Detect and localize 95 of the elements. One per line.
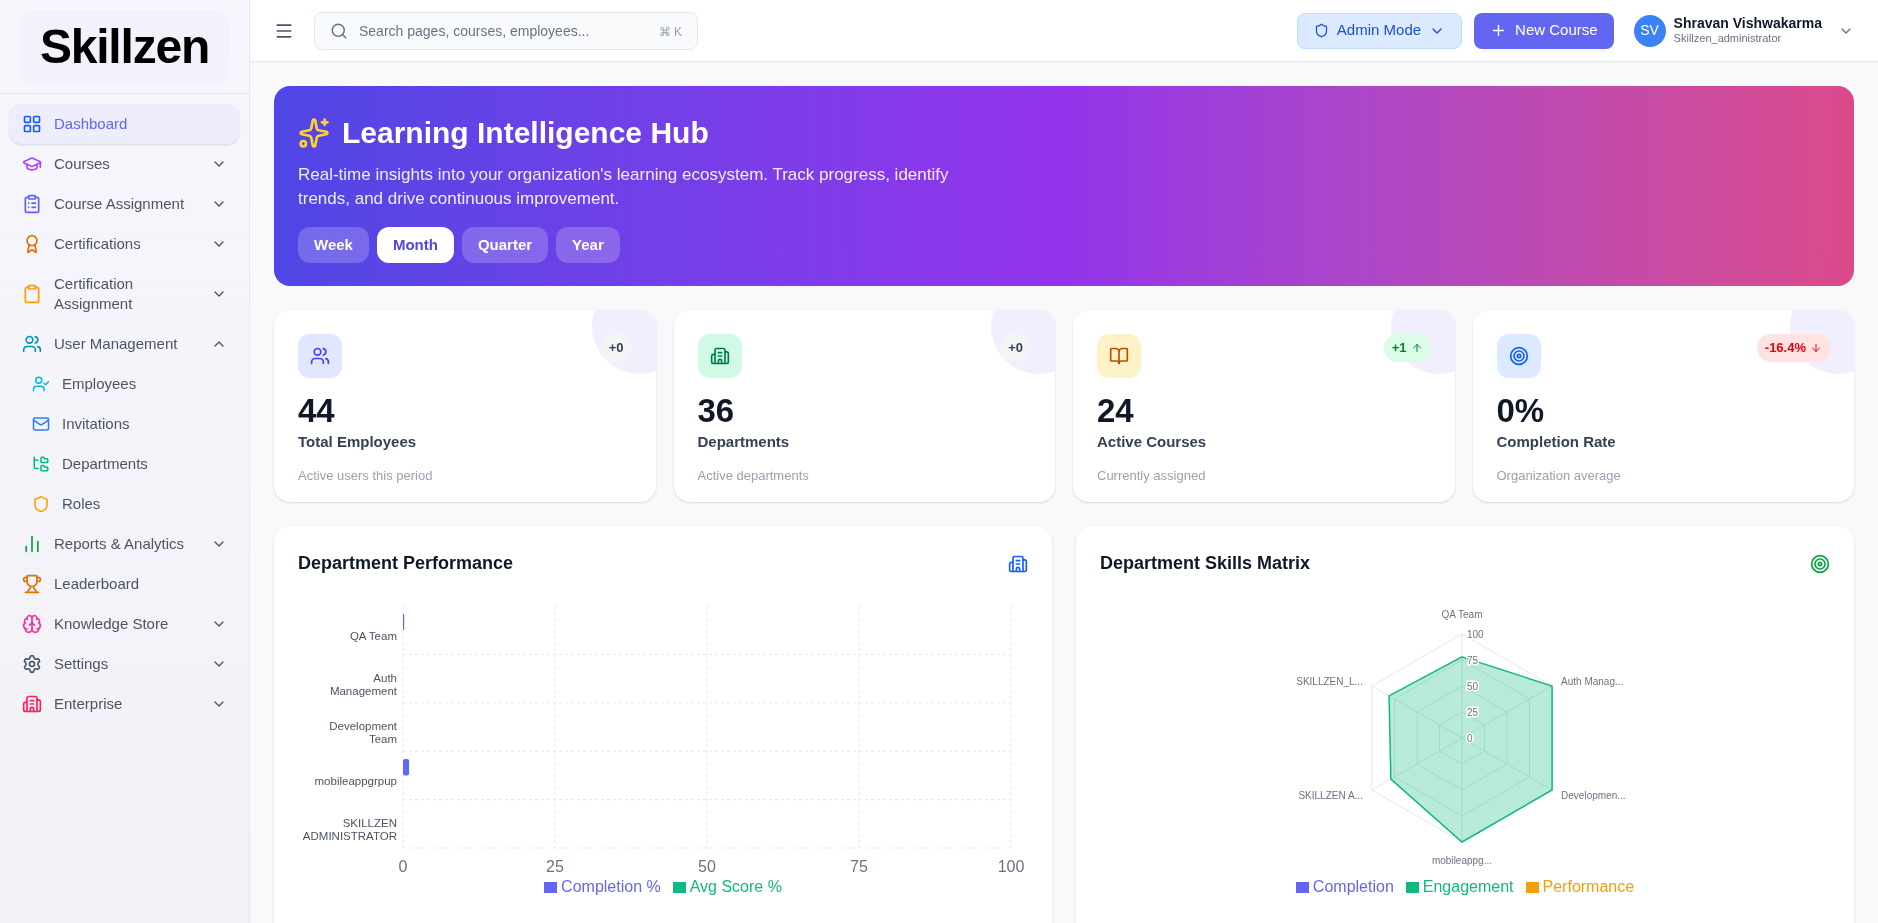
target-icon (1810, 553, 1830, 574)
tick-label: 75 (850, 858, 868, 875)
axis-label: Developmen... (1561, 790, 1626, 802)
axis-label: Auth Management (329, 671, 397, 697)
clipboard-list-icon (22, 194, 42, 214)
stat-label: Departments (697, 432, 791, 453)
sidebar-item[interactable]: Knowledge Store (10, 604, 239, 644)
axis-label: SKILLZEN ADMINISTRATOR (302, 816, 397, 842)
arrow-down-icon (1810, 341, 1822, 354)
hero-subtitle: Real-time insights into your organization's learning ecosystem. Track progress, identify trends, and drive continuous improvement. (298, 164, 950, 210)
stat-label: Active Courses (1097, 432, 1208, 453)
trophy-icon (22, 574, 42, 594)
axis-label: QA Team (1441, 608, 1483, 620)
hero-title: Learning Intelligence Hub (342, 115, 709, 151)
logo: Skillzen (20, 9, 229, 84)
settings-icon (22, 654, 42, 674)
axis-label: QA Team (349, 630, 397, 643)
building-icon (1008, 553, 1028, 574)
tick-label: 100 (997, 858, 1025, 875)
stat-note: Active departments (697, 466, 810, 485)
stat-note: Organization average (1496, 466, 1622, 485)
stat-value: 0% (1496, 391, 1546, 431)
stat-value: 36 (697, 391, 736, 431)
legend-label: Performance (1542, 877, 1635, 897)
axis-label: SKILLZEN A... (1298, 790, 1363, 802)
sidebar-item[interactable]: Reports & Analytics (10, 524, 239, 564)
tick-label: 50 (698, 858, 716, 875)
users-icon (310, 346, 330, 366)
legend-label: Engagement (1422, 877, 1514, 897)
user-name: Shravan Vishwakarma (1673, 14, 1822, 33)
card-title: Department Performance (298, 552, 514, 575)
trend-badge: +1 (1383, 334, 1431, 362)
axis-label: Development Team (329, 720, 397, 745)
card-title: Department Skills Matrix (1100, 552, 1311, 575)
book-icon (1109, 346, 1129, 366)
sidebar-item[interactable]: Certification Assignment (10, 264, 239, 324)
stat-value: 24 (1097, 391, 1135, 431)
stat-note: Active users this period (298, 466, 434, 485)
trend-badge: -16.4% (1756, 334, 1830, 362)
tick-label: 25 (546, 858, 564, 875)
shortcut-hint: ⌘ K (658, 23, 682, 41)
shield-icon (1313, 23, 1329, 38)
axis-label: mobileappgrpup (314, 775, 397, 788)
sidebar-item[interactable]: Dashboard (10, 104, 239, 144)
admin-mode-button[interactable]: Admin Mode (1296, 12, 1463, 49)
arrow-up-icon (1410, 341, 1423, 354)
sidebar-subitem[interactable]: Departments (10, 444, 239, 484)
stat-value: 44 (298, 391, 336, 431)
sidebar-subitem[interactable]: Invitations (10, 404, 239, 444)
axis-label: Auth Manag... (1561, 675, 1624, 687)
sidebar-item[interactable]: Leaderboard (10, 564, 239, 604)
target-icon (1508, 346, 1529, 366)
sidebar-item[interactable]: Courses (10, 144, 239, 184)
tick-label: 0 (398, 858, 408, 875)
sparkles-icon (298, 116, 330, 149)
legend-label: Completion % (561, 877, 661, 897)
shield-icon (32, 495, 50, 513)
bar (403, 758, 410, 776)
users-icon (22, 334, 42, 354)
user-role: Skillzen_administrator (1673, 32, 1783, 47)
search-icon (330, 21, 348, 40)
building-icon (22, 694, 42, 714)
tick-label: 50 (1467, 681, 1479, 692)
period-tab[interactable]: Week (298, 227, 369, 263)
building-icon (709, 346, 730, 366)
clipboard-icon (22, 284, 42, 304)
graduation-cap-icon (22, 154, 42, 174)
bar-chart-icon (22, 534, 42, 554)
sidebar-subitem[interactable]: Roles (10, 484, 239, 524)
sidebar-item[interactable]: Certifications (10, 224, 239, 264)
tick-label: 0 (1467, 733, 1473, 744)
period-tab[interactable]: Year (556, 227, 620, 263)
avatar[interactable]: SV (1633, 14, 1666, 47)
user-check-icon (32, 375, 50, 393)
sidebar-item[interactable]: Enterprise (10, 684, 239, 724)
period-tab[interactable]: Month (376, 227, 454, 263)
stat-label: Completion Rate (1496, 432, 1617, 453)
grid-icon (22, 114, 42, 134)
period-tab[interactable]: Quarter (461, 227, 549, 263)
stat-label: Total Employees (298, 432, 418, 453)
sidebar-item[interactable]: Course Assignment (10, 184, 239, 224)
stat-note: Currently assigned (1097, 466, 1207, 485)
sidebar-item[interactable]: Settings (10, 644, 239, 684)
axis-label: SKILLZEN_L... (1296, 675, 1363, 687)
brain-icon (22, 614, 42, 634)
tick-label: 100 (1467, 629, 1484, 640)
legend-label: Completion (1312, 877, 1394, 897)
folder-tree-icon (32, 455, 50, 473)
axis-label: mobileappg... (1432, 855, 1492, 867)
sidebar-subitem[interactable]: Employees (10, 364, 239, 404)
legend-label: Avg Score % (689, 877, 782, 897)
tick-label: 25 (1467, 707, 1479, 718)
new-course-button[interactable]: New Course (1474, 12, 1614, 49)
sidebar-item[interactable]: User Management (10, 324, 239, 364)
mail-icon (32, 415, 50, 433)
